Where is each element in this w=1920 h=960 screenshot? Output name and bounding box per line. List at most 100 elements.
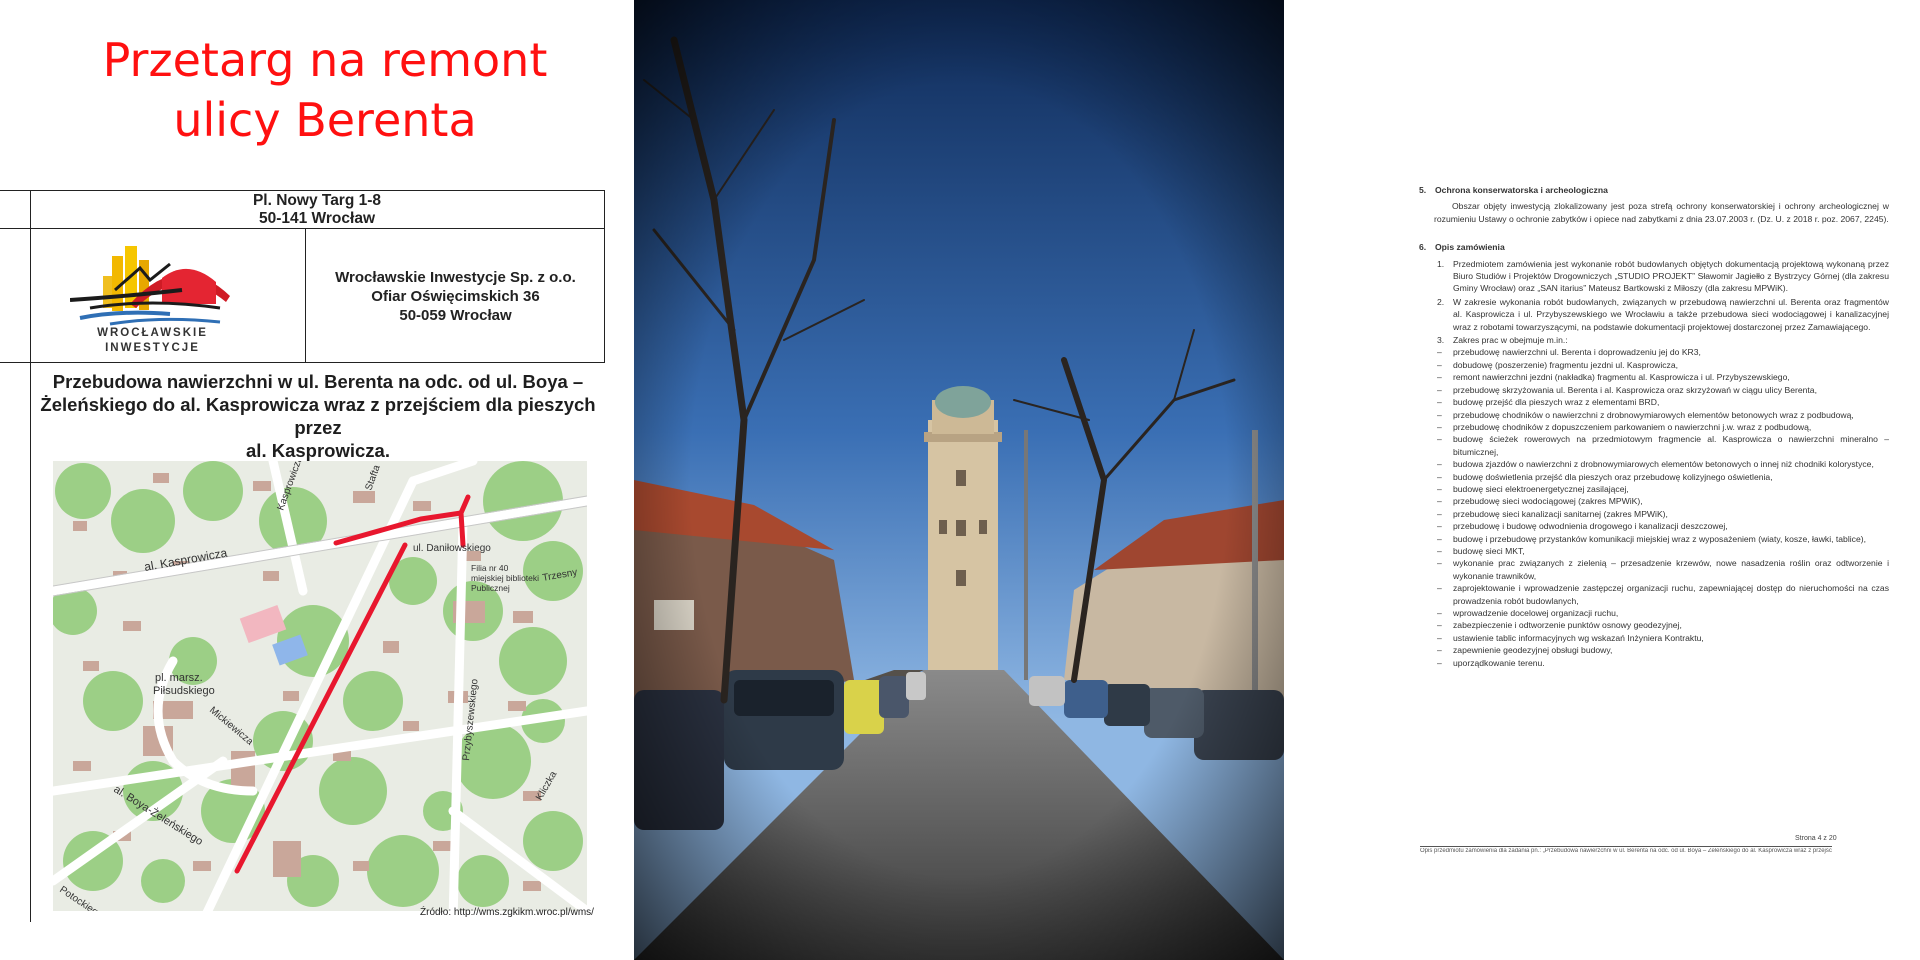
bullet-dash: – <box>1437 657 1442 668</box>
project-title-sheet: Pl. Nowy Targ 1-8 50-141 Wrocław WROCŁAW… <box>0 190 605 922</box>
logo-wordmark-line: INWESTYCJE <box>105 342 200 354</box>
scope-item-text: uporządkowanie terenu. <box>1453 657 1545 668</box>
page-number: Strona 4 z 20 <box>1795 835 1837 842</box>
footer-rule <box>1420 846 1832 847</box>
scope-item-text: przebudowę sieci kanalizacji sanitarnej … <box>1453 508 1668 519</box>
scope-item-text: przebudowę i budowę odwodnienia drogoweg… <box>1453 521 1728 532</box>
scope-item-text: budowę przejść dla pieszych wraz z eleme… <box>1453 397 1660 408</box>
section-heading: 5. Ochrona konserwatorska i archeologiczn… <box>1419 184 1889 196</box>
bullet-dash: – <box>1437 459 1442 470</box>
water-tower-street-photo <box>634 0 1284 960</box>
scope-item-text: przebudowę nawierzchni ul. Berenta i dop… <box>1453 347 1701 358</box>
bullet-dash: – <box>1437 421 1442 432</box>
list-item: 1. Przedmiotem zamówienia jest wykonanie … <box>1419 258 1889 295</box>
list-item-text: W zakresie wykonania robót budowlanych, … <box>1453 296 1889 332</box>
scope-item-text: przebudowę chodników o nawierzchni z dro… <box>1453 409 1854 420</box>
section-paragraph: Obszar objęty inwestycją zlokalizowany j… <box>1434 201 1889 224</box>
bullet-dash: – <box>1437 347 1442 358</box>
section-number: 6. <box>1419 242 1427 253</box>
list-item-number: 3. <box>1437 335 1445 346</box>
bullet-dash: – <box>1437 471 1442 482</box>
bullet-dash: – <box>1437 645 1442 656</box>
location-map: al. Kasprowicza ul. Daniłowskiego Filia … <box>53 461 587 911</box>
scope-item-text: przebudowę sieci wodociągowej (zakres MP… <box>1453 496 1643 507</box>
scope-item: – przebudowę sieci kanalizacji sanitarnej… <box>1419 508 1889 520</box>
scope-item: – przebudowę skrzyżowania ul. Berenta i a… <box>1419 384 1889 396</box>
scope-item: – ustawienie tablic informacyjnych wg wsk… <box>1419 632 1889 644</box>
scope-item-text: przebudowę chodników z dopuszczeniem par… <box>1453 421 1812 432</box>
scope-item: – wykonanie prac związanych z zielenią – … <box>1419 557 1889 582</box>
bullet-dash: – <box>1437 558 1442 569</box>
logo-wordmark: WROCŁAWSKIE INWESTYCJE <box>70 326 235 356</box>
address-line: Pl. Nowy Targ 1-8 <box>252 192 382 209</box>
bullet-dash: – <box>1437 533 1442 544</box>
scope-item: – budowę sieci elektroenergetycznej zasil… <box>1419 483 1889 495</box>
list-item-text: Przedmiotem zamówienia jest wykonanie ro… <box>1453 258 1889 294</box>
section-title: Ochrona konserwatorska i archeologiczna <box>1435 185 1608 195</box>
logo-wordmark-line: WROCŁAWSKIE <box>97 327 208 339</box>
scope-item-text: budowę sieci MKT, <box>1453 545 1525 556</box>
scope-item: – przebudowę i budowę odwodnienia drogowe… <box>1419 520 1889 532</box>
bullet-dash: – <box>1437 632 1442 643</box>
company-address: Wrocławskie Inwestycje Sp. z o.o. Ofiar … <box>307 268 604 325</box>
frame-line <box>0 190 605 191</box>
scope-item: – zaprojektowanie i wprowadzenie zastępcz… <box>1419 582 1889 607</box>
frame-line <box>0 228 605 229</box>
company-line: Wrocławskie Inwestycje Sp. z o.o. <box>335 269 576 286</box>
specification-text: 5. Ochrona konserwatorska i archeologiczn… <box>1419 178 1889 669</box>
scope-item: – budowę przejść dla pieszych wraz z elem… <box>1419 396 1889 408</box>
scope-item: – budowę ścieżek rowerowych na przedmioto… <box>1419 433 1889 458</box>
bullet-dash: – <box>1437 434 1442 445</box>
wroclawskie-inwestycje-logo <box>70 246 230 326</box>
project-title-line: Żeleńskiego do al. Kasprowicza wraz z pr… <box>40 394 596 438</box>
scope-item: – budowę i przebudowę przystanków komunik… <box>1419 533 1889 545</box>
vignette <box>634 0 1284 960</box>
map-label: miejskiej biblioteki <box>471 573 539 583</box>
scope-item-text: budowę doświetlenia przejść dla pieszych… <box>1453 471 1773 482</box>
scope-item: – przebudowę chodników o nawierzchni z dr… <box>1419 409 1889 421</box>
map-label: Publicznej <box>471 583 510 593</box>
section-heading: 6. Opis zamówienia <box>1419 241 1889 253</box>
company-line: Ofiar Oświęcimskich 36 <box>371 288 540 305</box>
scope-list: – przebudowę nawierzchni ul. Berenta i do… <box>1419 346 1889 669</box>
bullet-dash: – <box>1437 409 1442 420</box>
scope-item-text: budowę i przebudowę przystanków komunika… <box>1453 533 1866 544</box>
scope-item-text: zapewnienie geodezyjnej obsługi budowy, <box>1453 645 1613 656</box>
bullet-dash: – <box>1437 608 1442 618</box>
list-item-number: 2. <box>1437 296 1445 307</box>
map-label: ul. Daniłowskiego <box>413 543 491 554</box>
map-label: Filia nr 40 <box>471 563 509 573</box>
frame-line <box>305 228 306 362</box>
headline-line-1: Przetarg na remont <box>102 33 548 87</box>
scope-item: – zapewnienie geodezyjnej obsługi budowy, <box>1419 644 1889 656</box>
tender-info-panel: Przetarg na remont ulicy Berenta Pl. Now… <box>0 0 634 960</box>
bullet-dash: – <box>1437 620 1442 631</box>
scope-item-text: budowę ścieżek rowerowych na przedmiotow… <box>1453 434 1889 457</box>
scope-item: – przebudowę nawierzchni ul. Berenta i do… <box>1419 346 1889 358</box>
address-block: Pl. Nowy Targ 1-8 50-141 Wrocław <box>30 192 604 228</box>
scope-item-text: wprowadzenie docelowej organizacji ruchu… <box>1453 608 1619 618</box>
headline: Przetarg na remont ulicy Berenta <box>0 30 634 150</box>
list-item: 3. Zakres prac w obejmuje m.in.: <box>1419 334 1889 346</box>
bullet-dash: – <box>1437 359 1442 370</box>
scope-item: – uporządkowanie terenu. <box>1419 657 1889 669</box>
scope-item-text: ustawienie tablic informacyjnych wg wska… <box>1453 632 1704 643</box>
scope-item: – budowa zjazdów o nawierzchni z drobnowy… <box>1419 458 1889 470</box>
street-photo <box>634 0 1284 960</box>
list-item: 2. W zakresie wykonania robót budowlanych… <box>1419 296 1889 333</box>
bullet-dash: – <box>1437 397 1442 408</box>
bullet-dash: – <box>1437 384 1442 395</box>
page-footer: Opis przedmiotu zamówienia dla zadania p… <box>1420 848 1832 854</box>
scope-item-text: budowa zjazdów o nawierzchni z drobnowym… <box>1453 459 1874 470</box>
scope-item: – zabezpieczenie i odtworzenie punktów os… <box>1419 619 1889 631</box>
address-line: 50-141 Wrocław <box>258 210 376 227</box>
bullet-dash: – <box>1437 496 1442 507</box>
scope-item: – remont nawierzchni jezdni (nakładka) fr… <box>1419 371 1889 383</box>
project-title: Przebudowa nawierzchni w ul. Berenta na … <box>40 370 596 462</box>
scope-item-text: budowę sieci elektroenergetycznej zasila… <box>1453 483 1629 494</box>
bullet-dash: – <box>1437 372 1442 383</box>
scope-item-text: remont nawierzchni jezdni (nakładka) fra… <box>1453 372 1790 383</box>
section-number: 5. <box>1419 185 1427 195</box>
headline-line-2: ulicy Berenta <box>173 93 477 147</box>
frame-line <box>0 362 605 363</box>
